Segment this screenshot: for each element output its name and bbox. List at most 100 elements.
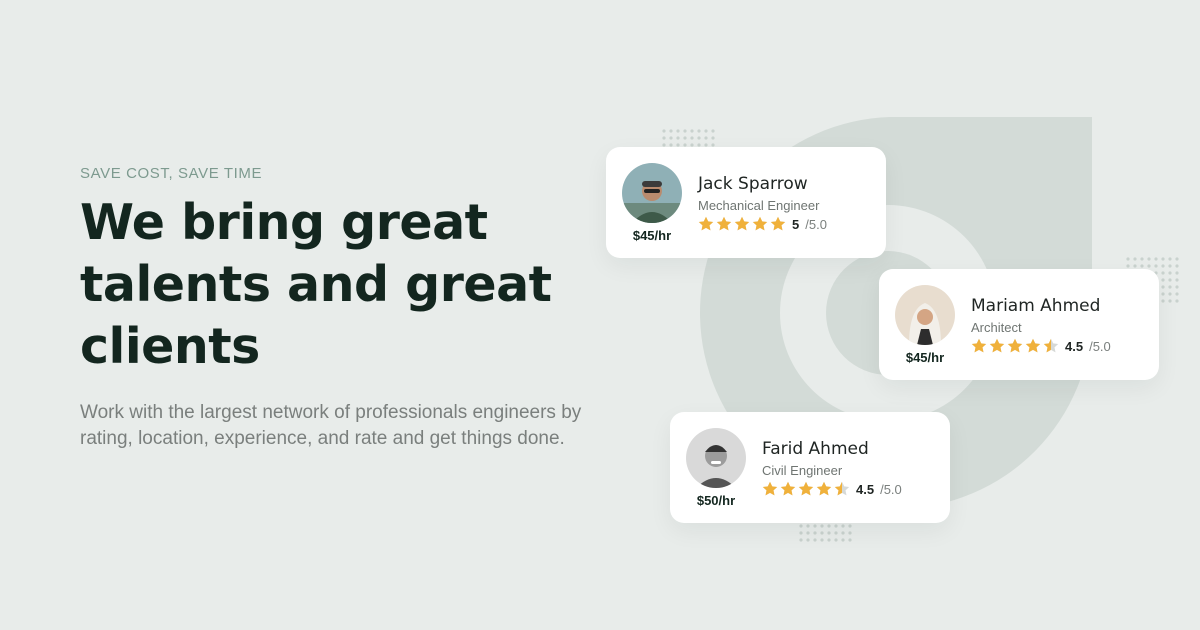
- dot: [834, 531, 838, 535]
- dot: [813, 524, 817, 528]
- dot: [662, 136, 666, 140]
- dot: [669, 129, 673, 133]
- dot: [827, 538, 831, 542]
- dot: [1126, 257, 1130, 261]
- dot: [1175, 271, 1179, 275]
- dot: [820, 538, 824, 542]
- dot: [813, 538, 817, 542]
- dot: [1140, 257, 1144, 261]
- dot: [1175, 257, 1179, 261]
- star-icon: [989, 338, 1005, 353]
- dot: [1168, 257, 1172, 261]
- rating-stars: 4.5 /5.0: [762, 481, 902, 497]
- dot: [1133, 257, 1137, 261]
- dot: [1147, 257, 1151, 261]
- dot: [834, 538, 838, 542]
- dot: [1140, 264, 1144, 268]
- star-icon: [1007, 338, 1023, 353]
- hero-section: SAVE COST, SAVE TIME We bring great tale…: [80, 165, 620, 471]
- star-icon: [770, 216, 786, 231]
- avatar: [622, 163, 682, 223]
- dot: [834, 524, 838, 528]
- dot: [1175, 285, 1179, 289]
- dot: [711, 136, 715, 140]
- hero-title-line: We bring great: [80, 194, 488, 251]
- dot: [697, 129, 701, 133]
- dot: [1175, 264, 1179, 268]
- dot: [1175, 299, 1179, 303]
- dot: [806, 524, 810, 528]
- dot: [806, 538, 810, 542]
- star-icon: [834, 481, 850, 496]
- dot: [690, 136, 694, 140]
- dot: [1161, 257, 1165, 261]
- dot: [1161, 271, 1165, 275]
- star-icon: [971, 338, 987, 353]
- rating-stars: 4.5 /5.0: [971, 338, 1111, 354]
- star-row: [762, 481, 852, 497]
- dot: [683, 129, 687, 133]
- dot: [697, 136, 701, 140]
- dot: [1168, 299, 1172, 303]
- rating-score: 4.5: [856, 481, 875, 497]
- profile-name: Farid Ahmed: [762, 439, 869, 459]
- profile-card-farid-ahmed[interactable]: $50/hr Farid Ahmed Civil Engineer 4.5 /5…: [670, 412, 950, 523]
- dot: [820, 531, 824, 535]
- dot: [1168, 278, 1172, 282]
- dot: [848, 531, 852, 535]
- dot: [848, 524, 852, 528]
- dot: [1147, 264, 1151, 268]
- star-icon: [798, 481, 814, 496]
- hourly-rate: $45/hr: [632, 228, 672, 243]
- dot: [799, 538, 803, 542]
- dot: [662, 129, 666, 133]
- dot: [1168, 292, 1172, 296]
- dot: [806, 531, 810, 535]
- star-icon: [734, 216, 750, 231]
- dot: [1161, 285, 1165, 289]
- dot: [841, 524, 845, 528]
- dot: [1154, 264, 1158, 268]
- dot: [1175, 292, 1179, 296]
- dot: [813, 531, 817, 535]
- dot: [1161, 264, 1165, 268]
- hero-title-line: clients: [80, 318, 260, 375]
- dot: [1168, 264, 1172, 268]
- dot: [1168, 271, 1172, 275]
- dot: [799, 531, 803, 535]
- dot: [827, 524, 831, 528]
- star-icon: [816, 481, 832, 496]
- hero-title: We bring great talents and great clients: [80, 192, 620, 378]
- dot: [676, 129, 680, 133]
- profile-card-mariam-ahmed[interactable]: $45/hr Mariam Ahmed Architect 4.5 /5.0: [879, 269, 1159, 380]
- dot: [841, 538, 845, 542]
- profile-card-jack-sparrow[interactable]: $45/hr Jack Sparrow Mechanical Engineer …: [606, 147, 886, 258]
- star-icon: [698, 216, 714, 231]
- dot: [1161, 299, 1165, 303]
- star-icon: [762, 481, 778, 496]
- dot: [1168, 285, 1172, 289]
- dot: [848, 538, 852, 542]
- dot: [827, 531, 831, 535]
- rating-out-of: /5.0: [805, 216, 827, 232]
- profile-name: Jack Sparrow: [698, 174, 808, 194]
- dot: [669, 136, 673, 140]
- hero-eyebrow: SAVE COST, SAVE TIME: [80, 165, 263, 182]
- dot: [799, 524, 803, 528]
- rating-out-of: /5.0: [1089, 338, 1111, 354]
- hero-title-line: talents and great: [80, 256, 552, 313]
- rating-score: 4.5: [1065, 338, 1084, 354]
- hourly-rate: $45/hr: [905, 350, 945, 365]
- dot: [1133, 264, 1137, 268]
- star-icon: [1025, 338, 1041, 353]
- dot: [711, 129, 715, 133]
- profile-name: Mariam Ahmed: [971, 296, 1101, 316]
- profile-role: Architect: [971, 320, 1022, 335]
- dot: [1175, 278, 1179, 282]
- avatar: [686, 428, 746, 488]
- profile-role: Civil Engineer: [762, 463, 843, 478]
- star-row: [698, 216, 788, 232]
- dot: [1161, 292, 1165, 296]
- dot: [1126, 264, 1130, 268]
- hero-description: Work with the largest network of profess…: [80, 402, 582, 449]
